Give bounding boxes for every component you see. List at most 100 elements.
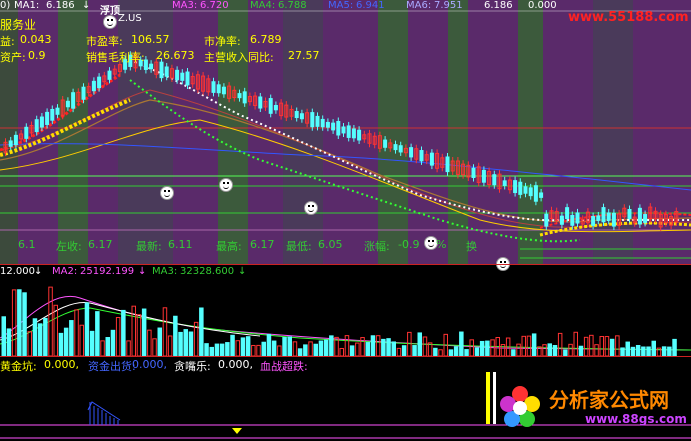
volume-bar — [547, 343, 552, 356]
volume-bar — [391, 341, 396, 356]
volume-bar — [282, 337, 287, 356]
gross-margin-label: 销售毛利率: — [86, 51, 145, 64]
candle-body — [429, 152, 434, 166]
flower-logo-icon — [500, 386, 540, 427]
vol-v1-arrow: ↓ — [34, 266, 43, 277]
volume-bar — [287, 336, 292, 356]
volume-bar — [365, 342, 370, 356]
volume-bar — [516, 343, 521, 356]
volume-bar — [199, 307, 204, 356]
strip-item1: 6.1 — [18, 238, 36, 251]
smile-icon — [304, 201, 318, 215]
candle-body — [315, 115, 320, 127]
candle-body — [175, 69, 180, 81]
volume-bar — [422, 336, 428, 356]
smile-icon — [160, 186, 174, 200]
candle-body — [398, 145, 403, 153]
volume-bar — [578, 345, 584, 356]
volume-bar — [79, 324, 84, 356]
revenue-growth-label: 主营收入同比: — [204, 51, 274, 64]
panel-divider — [0, 356, 691, 357]
volume-bar — [121, 309, 126, 356]
volume-bar — [188, 331, 194, 356]
eps-value: 0.043 — [20, 33, 52, 46]
candle-body — [570, 214, 575, 226]
industry-label: 服务业 — [0, 18, 37, 32]
candle-body — [331, 122, 336, 131]
extra-value: 6.186 — [484, 0, 513, 11]
zuigao-value: 6.17 — [250, 238, 275, 251]
vol-ma2-value: 25192.199 — [80, 266, 135, 277]
vol-ma2-arrow: ↓ — [138, 266, 147, 277]
candle-body — [513, 180, 518, 194]
volume-bar — [589, 334, 594, 356]
site-logo: 分析家公式网 www.88gs.com — [495, 380, 687, 436]
candle-body — [575, 212, 580, 224]
volume-bar — [573, 331, 578, 356]
volume-bar — [609, 338, 615, 356]
candle-body — [523, 186, 528, 194]
ma1-arrow: ↓ — [82, 0, 91, 11]
volume-bar — [178, 331, 183, 356]
candle-body — [341, 126, 346, 134]
candle-body — [91, 80, 96, 92]
chart-stage[interactable]: 0) MA1: 6.186 ↓ 浮顶 MA3: 6.720 MA4: 6.788… — [0, 0, 691, 441]
volume-bar — [37, 323, 43, 356]
volume-bar — [53, 304, 58, 356]
volume-bar — [209, 346, 214, 356]
candle-body — [237, 93, 242, 99]
volume-bar — [32, 318, 38, 356]
candle-body — [518, 181, 523, 195]
zuixin-label: 最新: — [136, 240, 162, 253]
volume-bar — [251, 344, 256, 356]
candle-body — [310, 112, 315, 128]
candle-body — [294, 111, 299, 119]
volume-bar — [318, 340, 324, 356]
volume-bar — [63, 327, 69, 356]
volume-bar — [594, 344, 599, 356]
volume-chart[interactable] — [0, 278, 691, 356]
volume-bar — [89, 330, 95, 356]
volume-bar — [74, 309, 79, 356]
candle-body — [351, 128, 356, 139]
candle-body — [39, 116, 44, 128]
volume-bar — [521, 335, 526, 356]
candle-body — [221, 86, 226, 95]
candle-body — [299, 113, 304, 120]
volume-bar — [531, 333, 537, 356]
volume-bar — [459, 331, 464, 356]
volume-bar — [6, 328, 12, 356]
zuoshou-value: 6.17 — [88, 238, 113, 251]
candle-body — [481, 169, 486, 183]
candle-body — [65, 100, 70, 108]
pe-value: 106.57 — [131, 33, 170, 46]
candle-body — [34, 119, 39, 133]
volume-bar — [474, 347, 480, 356]
volume-bar — [136, 314, 142, 356]
candle-body — [180, 72, 185, 81]
candle-body — [216, 84, 221, 94]
volume-bar — [266, 333, 272, 356]
candle-body — [24, 126, 29, 139]
candle-body — [409, 147, 414, 158]
vol-ma2-label: MA2: — [52, 266, 78, 277]
ma1-label: MA1: — [14, 0, 40, 11]
volume-bar — [386, 338, 391, 356]
volume-bar — [219, 343, 225, 356]
watermark-url: www.55188.com — [568, 10, 689, 25]
zuixin-value: 6.11 — [168, 238, 193, 251]
candle-body — [13, 134, 18, 146]
ma4-value: 6.788 — [278, 0, 307, 11]
candle-body — [55, 107, 60, 115]
candle-group — [3, 50, 679, 231]
ma5-label: MA5: — [328, 0, 354, 11]
volume-bar — [183, 329, 188, 356]
vol-v1-value: 12.000 — [0, 266, 35, 277]
volume-bar — [1, 316, 6, 356]
volume-bar — [407, 331, 412, 356]
ma3-label: MA3: — [172, 0, 198, 11]
volume-bar — [271, 340, 277, 356]
volume-bar — [604, 336, 610, 356]
volume-bar — [173, 315, 178, 356]
zuoshou-label: 左收: — [56, 240, 82, 253]
